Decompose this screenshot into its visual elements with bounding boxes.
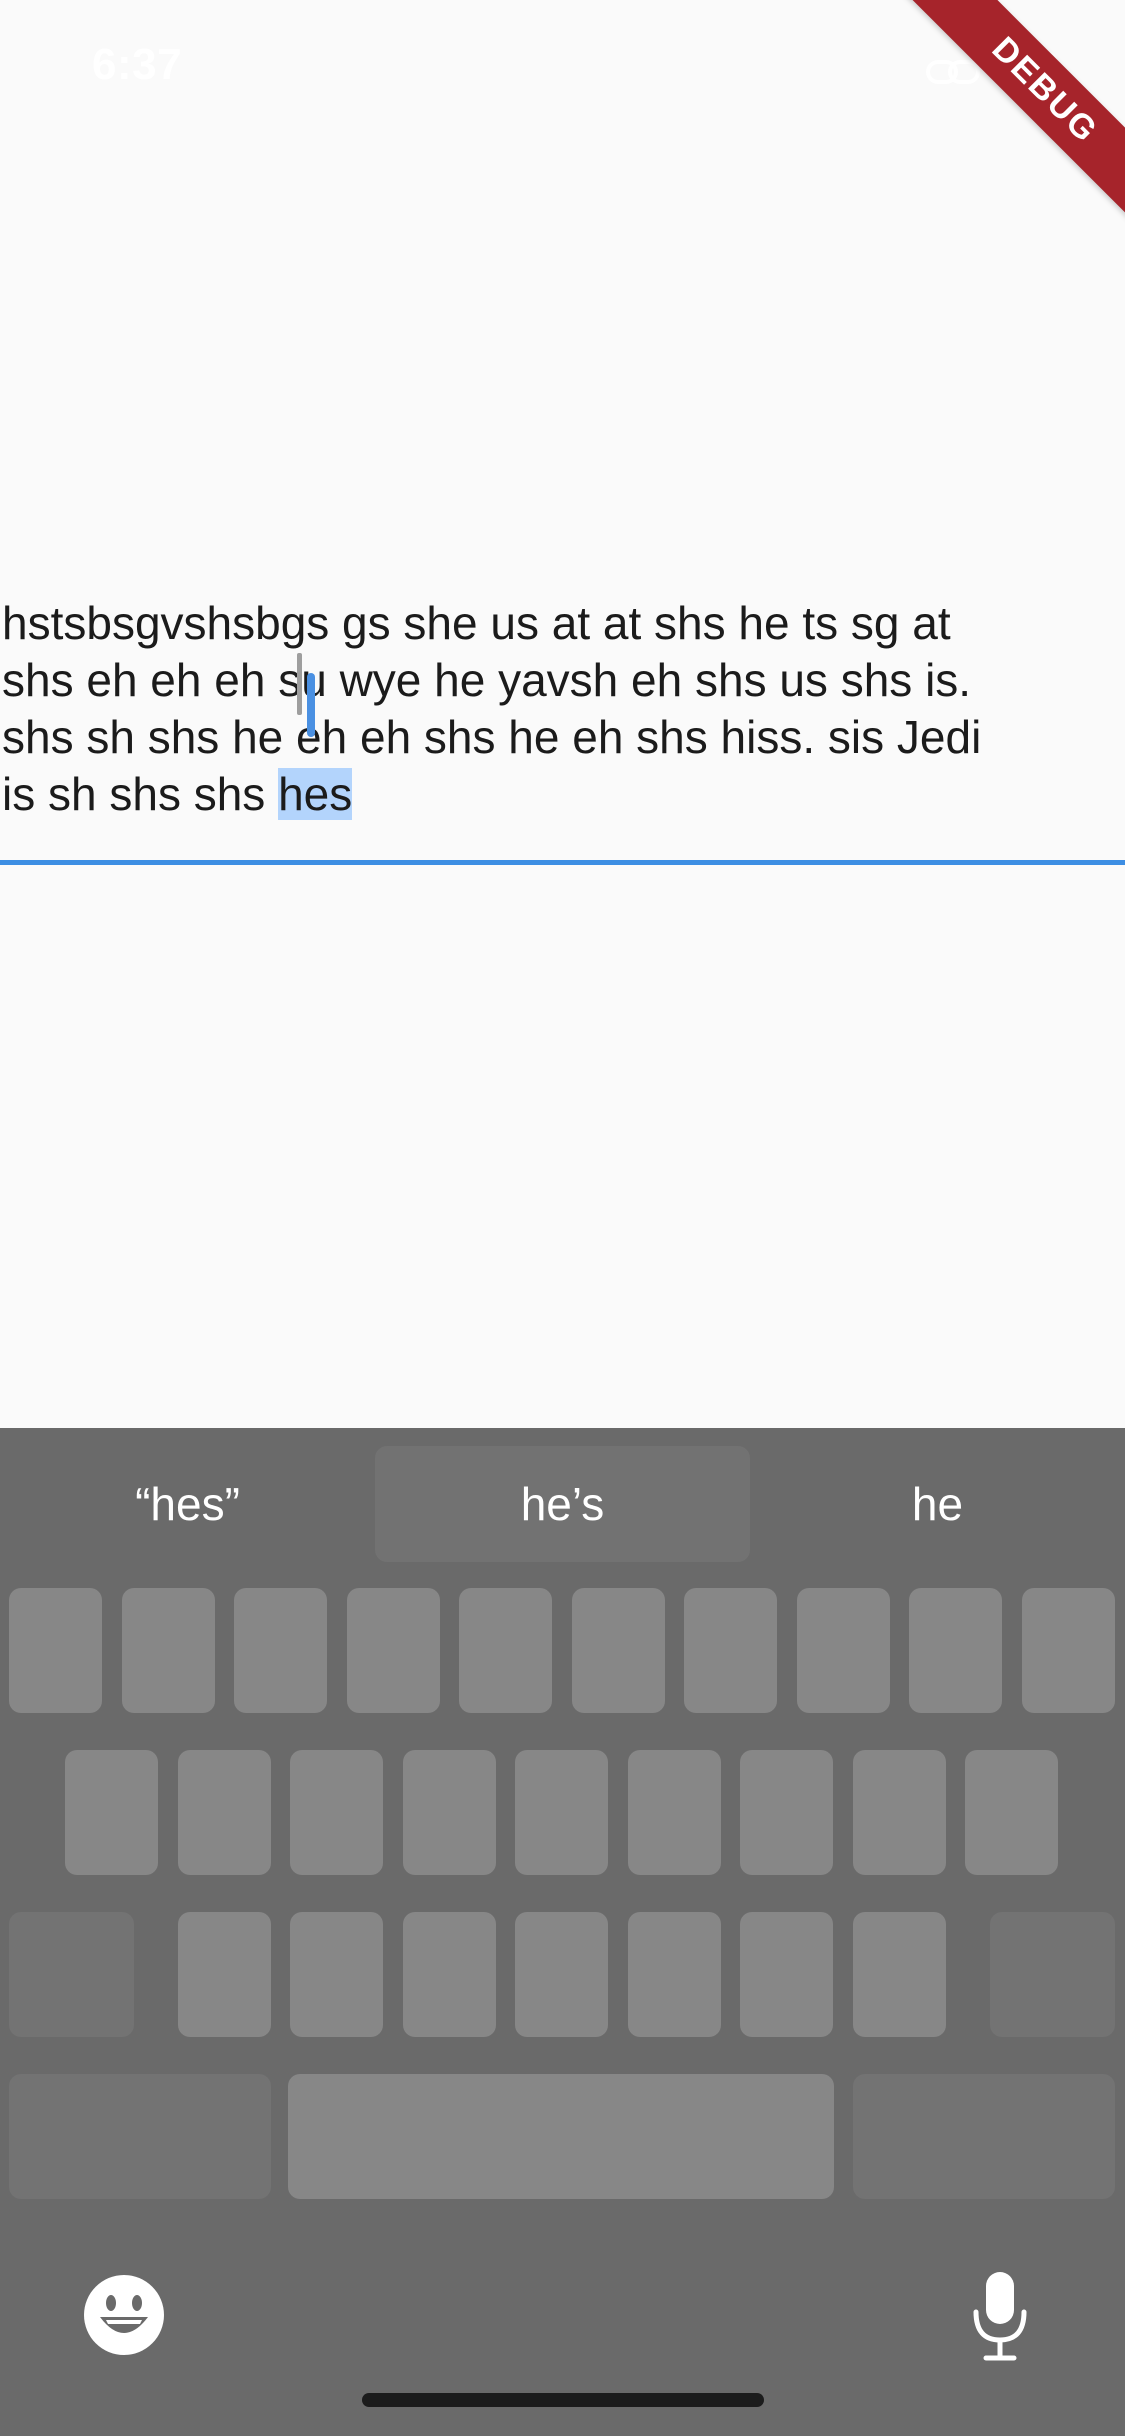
keyboard-key[interactable] [628, 1912, 721, 2037]
keyboard-key[interactable] [572, 1588, 665, 1713]
keyboard-key[interactable] [234, 1588, 327, 1713]
keyboard-key[interactable] [65, 1750, 158, 1875]
return-key[interactable] [853, 2074, 1115, 2199]
text-line: shs eh eh eh su wye he yavsh eh shs us s… [2, 654, 972, 706]
keyboard-key[interactable] [684, 1588, 777, 1713]
keyboard-key[interactable] [9, 1588, 102, 1713]
keyboard-key[interactable] [347, 1588, 440, 1713]
keyboard-key[interactable] [290, 1912, 383, 2037]
keyboard-key[interactable] [853, 1750, 946, 1875]
home-indicator[interactable] [362, 2393, 764, 2407]
keyboard-key[interactable] [290, 1750, 383, 1875]
keyboard-key[interactable] [853, 1912, 946, 2037]
keyboard-key[interactable] [178, 1750, 271, 1875]
selected-text[interactable]: hes [278, 768, 353, 820]
keyboard-key[interactable] [122, 1588, 215, 1713]
keyboard-key[interactable] [740, 1750, 833, 1875]
suggestion-center[interactable]: he’s [375, 1446, 750, 1562]
emoji-icon[interactable] [82, 2273, 166, 2357]
keyboard-key[interactable] [515, 1750, 608, 1875]
keyboard-key[interactable] [1022, 1588, 1115, 1713]
text-field-content[interactable]: hstsbsgvshsbgs gs she us at at shs he ts… [0, 595, 1114, 823]
text-cursor[interactable] [307, 673, 315, 737]
keyboard-key[interactable] [909, 1588, 1002, 1713]
text-line-prefix: is sh shs shs [2, 768, 279, 820]
keyboard-key[interactable] [403, 1912, 496, 2037]
suggestion-bar: “hes” he’s he [0, 1428, 1125, 1578]
text-field-underline [0, 860, 1125, 865]
keyboard-key[interactable] [403, 1750, 496, 1875]
keyboard-key[interactable] [965, 1750, 1058, 1875]
microphone-icon[interactable] [968, 2268, 1032, 2364]
delete-key[interactable] [990, 1912, 1115, 2037]
text-line: hstsbsgvshsbgs gs she us at at shs he ts… [2, 597, 951, 649]
numbers-key[interactable] [9, 2074, 271, 2199]
keyboard-key[interactable] [797, 1588, 890, 1713]
status-time: 6:37 [92, 40, 183, 89]
suggestion-left[interactable]: “hes” [0, 1446, 375, 1562]
keyboard-key[interactable] [459, 1588, 552, 1713]
keyboard: “hes” he’s he [0, 1428, 1125, 2436]
space-key[interactable] [288, 2074, 834, 2199]
suggestion-right[interactable]: he [750, 1446, 1125, 1562]
text-line: shs sh shs he eh eh shs he eh shs hiss. … [2, 711, 982, 763]
keyboard-key[interactable] [178, 1912, 271, 2037]
floating-cursor [297, 653, 302, 715]
text-line: is sh shs shs hes [2, 766, 1112, 823]
keyboard-key[interactable] [628, 1750, 721, 1875]
keyboard-key[interactable] [515, 1912, 608, 2037]
shift-key[interactable] [9, 1912, 134, 2037]
keyboard-key[interactable] [740, 1912, 833, 2037]
text-field[interactable]: hstsbsgvshsbgs gs she us at at shs he ts… [0, 595, 1125, 865]
